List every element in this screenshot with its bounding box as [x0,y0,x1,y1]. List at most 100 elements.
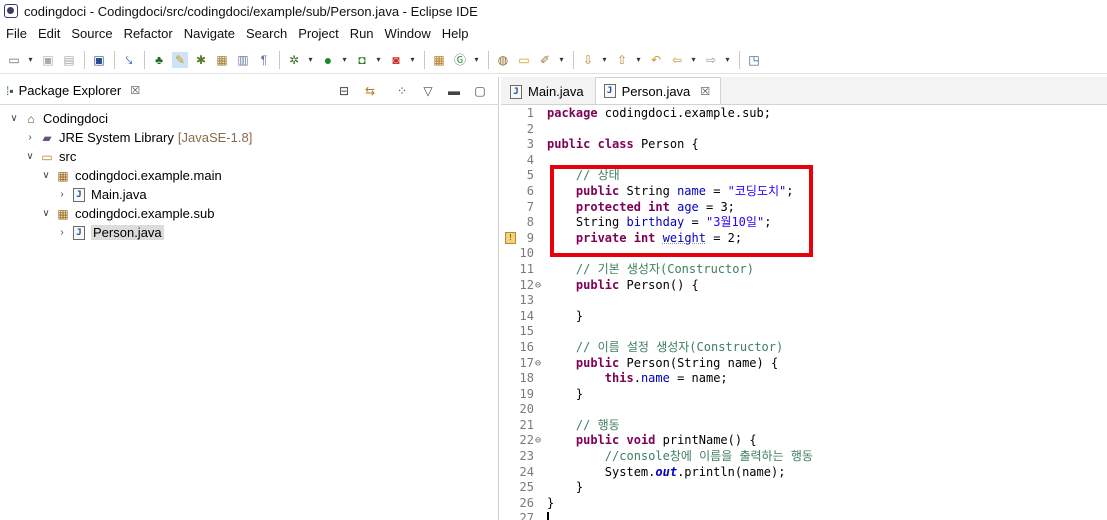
collapsed-chevron-icon[interactable]: › [56,189,68,200]
fold-collapse-icon[interactable]: ⊖ [535,356,541,372]
collapsed-chevron-icon[interactable]: › [24,132,36,143]
highlight-icon[interactable]: ✎ [172,51,188,68]
menu-window[interactable]: Window [385,26,431,41]
code-line[interactable]: 17 ⊖ public Person(String name) { [501,356,1107,372]
code-line[interactable]: 10 [501,246,1107,262]
close-icon[interactable]: ☒ [700,85,710,98]
menu-search[interactable]: Search [246,26,287,41]
code-line[interactable]: 11 // 기본 생성자(Constructor) [501,262,1107,278]
code-line[interactable]: 8 String birthday = "3월10일"; [501,215,1107,231]
expanded-chevron-icon[interactable]: ∨ [40,208,52,219]
back-icon[interactable]: ⇦ [669,52,685,68]
code-line[interactable]: 15 [501,324,1107,340]
menu-navigate[interactable]: Navigate [184,26,235,41]
code-line[interactable]: 25 } [501,480,1107,496]
terminal-icon[interactable]: ▣ [91,52,107,68]
code-line[interactable]: 22 ⊖ public void printName() { [501,433,1107,449]
code-line[interactable]: 2 [501,122,1107,138]
collapsed-chevron-icon[interactable]: › [56,227,68,238]
coverage-icon[interactable]: ◘ [354,52,370,68]
new-java-package-icon[interactable]: ▦ [431,52,447,68]
code-line[interactable]: 18 this.name = name; [501,371,1107,387]
collapse-all-icon[interactable]: ⊟ [336,83,352,99]
next-annotation-icon[interactable]: ▦ [214,52,230,68]
search-icon[interactable]: ✐ [537,52,553,68]
open-type-icon[interactable]: ◍ [495,52,511,68]
prev-annotation-icon[interactable]: ▥ [235,52,251,68]
code-line[interactable]: 5 // 상태 [501,168,1107,184]
tree-item[interactable]: ∨ ▦ codingdoci.example.sub [0,204,498,223]
menu-edit[interactable]: Edit [38,26,60,41]
code-line[interactable]: 20 [501,402,1107,418]
menu-project[interactable]: Project [298,26,338,41]
code-line[interactable]: 24 System.out.println(name); [501,465,1107,481]
code-line[interactable]: 4 [501,153,1107,169]
new-class-dropdown-icon[interactable]: ▾ [473,52,480,68]
menu-refactor[interactable]: Refactor [124,26,173,41]
debug-dropdown-icon[interactable]: ▾ [307,52,314,68]
filters-icon[interactable]: ⁘ [394,83,410,99]
code-line[interactable]: 13 [501,293,1107,309]
code-line[interactable]: 3 public class Person { [501,137,1107,153]
tab-person-java[interactable]: J Person.java ☒ [594,77,722,104]
code-line[interactable]: 14 } [501,309,1107,325]
tab-main-java[interactable]: J Main.java [501,78,595,104]
back-dropdown-icon[interactable]: ▾ [690,52,697,68]
package-explorer-tab[interactable]: ⁞▪ Package Explorer ☒ ⊟ ⇆ ⁘ ▽ ▬ ▢ [0,77,498,105]
next-edit-icon[interactable]: ⇩ [580,52,596,68]
tree-item[interactable]: › J Person.java [0,223,498,242]
tree-item[interactable]: › ▰ JRE System Library [JavaSE-1.8] [0,128,498,147]
fold-collapse-icon[interactable]: ⊖ [535,433,541,449]
search-dropdown-icon[interactable]: ▾ [558,52,565,68]
menu-source[interactable]: Source [71,26,112,41]
code-line[interactable]: 19 } [501,387,1107,403]
fold-collapse-icon[interactable]: ⊖ [535,278,541,294]
open-folder-icon[interactable]: ▭ [516,52,532,68]
maximize-icon[interactable]: ▢ [472,83,488,99]
new-java-class-icon[interactable]: Ⓖ [452,52,468,68]
forward-icon[interactable]: ⇨ [703,52,719,68]
code-editor[interactable]: 1 package codingdoci.example.sub; 2 3 public… [501,106,1107,520]
java-perspective-icon[interactable]: ♣ [151,52,167,68]
code-line[interactable]: 1 package codingdoci.example.sub; [501,106,1107,122]
save-icon[interactable]: ▣ [40,52,56,68]
tree-item[interactable]: ∨ ⌂ Codingdoci [0,109,498,128]
previous-edit-dropdown-icon[interactable]: ▾ [635,52,642,68]
run-dropdown-icon[interactable]: ▾ [341,52,348,68]
show-whitespace-icon[interactable]: ¶ [256,52,272,68]
next-edit-dropdown-icon[interactable]: ▾ [601,52,608,68]
tree-item[interactable]: › J Main.java [0,185,498,204]
run-icon[interactable]: ● [320,52,336,68]
code-line[interactable]: 12 ⊖ public Person() { [501,278,1107,294]
menu-run[interactable]: Run [350,26,374,41]
expanded-chevron-icon[interactable]: ∨ [40,170,52,181]
skip-breakpoints-icon[interactable]: ⤥ [121,52,137,68]
code-line[interactable]: ! 9 private int weight = 2; [501,231,1107,247]
code-line[interactable]: 16 // 이름 설정 생성자(Constructor) [501,340,1107,356]
tree-item[interactable]: ∨ ▦ codingdoci.example.main [0,166,498,185]
code-line[interactable]: 26} [501,496,1107,512]
previous-edit-icon[interactable]: ⇧ [614,52,630,68]
new-dropdown-icon[interactable]: ▾ [27,52,34,68]
save-all-icon[interactable]: ▤ [61,52,77,68]
link-with-editor-icon[interactable]: ⇆ [362,83,378,99]
expanded-chevron-icon[interactable]: ∨ [24,151,36,162]
external-tools-dropdown-icon[interactable]: ▾ [409,52,416,68]
tree-item[interactable]: ∨ ▭ src [0,147,498,166]
annotation-icon[interactable]: ✱ [193,52,209,68]
new-icon[interactable]: ▭ [6,52,22,68]
code-line[interactable]: 23 //console창에 이름을 출력하는 행동 [501,449,1107,465]
menu-help[interactable]: Help [442,26,469,41]
pin-editor-icon[interactable]: ◳ [746,52,762,68]
code-line[interactable]: 27 [501,511,1107,520]
debug-icon[interactable]: ✲ [286,52,302,68]
close-icon[interactable]: ☒ [130,84,140,97]
last-edit-location-icon[interactable]: ↶ [648,52,664,68]
menu-file[interactable]: File [6,26,27,41]
coverage-dropdown-icon[interactable]: ▾ [375,52,382,68]
minimize-icon[interactable]: ▬ [446,83,462,99]
expanded-chevron-icon[interactable]: ∨ [8,113,20,124]
forward-dropdown-icon[interactable]: ▾ [724,52,731,68]
view-menu-icon[interactable]: ▽ [420,83,436,99]
code-line[interactable]: 21 // 행동 [501,418,1107,434]
